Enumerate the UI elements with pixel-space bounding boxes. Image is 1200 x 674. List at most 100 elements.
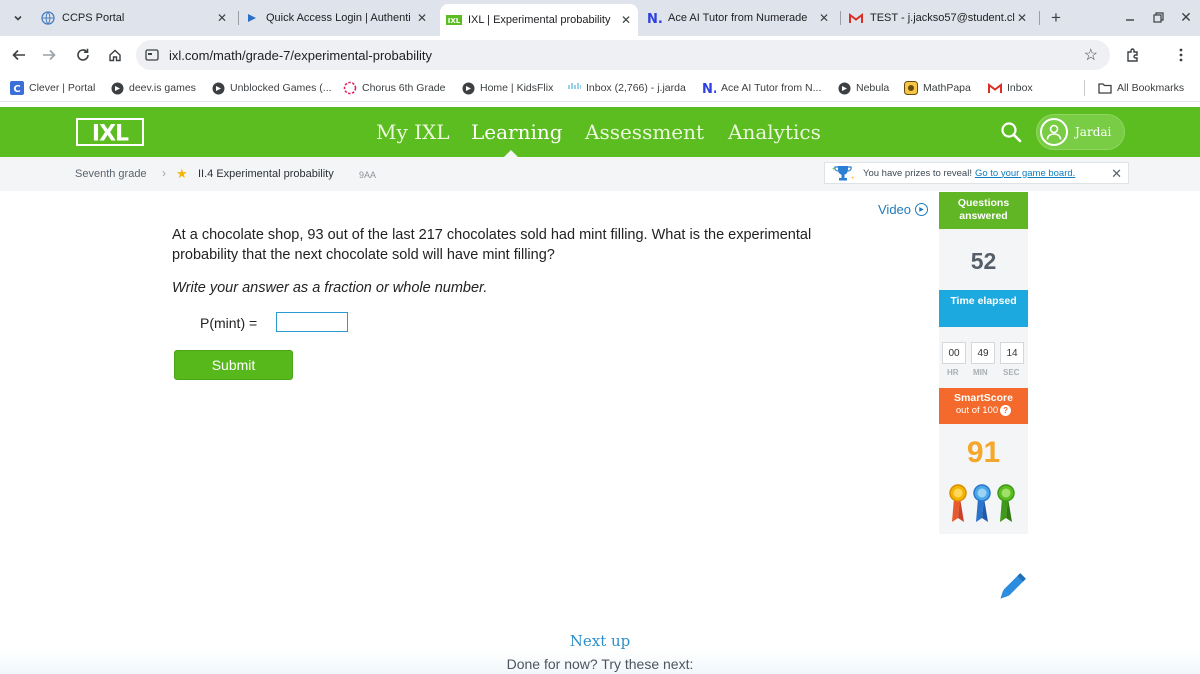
gmail-icon: [988, 81, 1002, 95]
close-window-icon[interactable]: ✕: [1174, 6, 1198, 28]
bookmark-nebula[interactable]: Nebula: [837, 80, 889, 96]
browser-menu-icon[interactable]: [1170, 44, 1192, 66]
pencil-icon[interactable]: [993, 570, 1029, 606]
bookmark-label: deev.is games: [129, 82, 196, 94]
time-elapsed-label: Time elapsed: [939, 290, 1028, 327]
bookmark-label: MathPapa: [923, 82, 971, 94]
minimize-window-icon[interactable]: [1118, 6, 1142, 28]
breadcrumb-skill: II.4 Experimental probability: [198, 168, 334, 180]
bookmark-cisco-inbox[interactable]: Inbox (2,766) - j.jarda: [567, 80, 686, 96]
new-tab-plus-icon[interactable]: +: [1046, 8, 1066, 28]
bookmark-numerade[interactable]: N. Ace AI Tutor from N...: [702, 80, 821, 96]
smartscore-header: SmartScore out of 100?: [939, 388, 1028, 424]
star-icon: ★: [176, 166, 188, 181]
answer-input[interactable]: [276, 312, 348, 332]
bookmark-unblocked-games[interactable]: Unblocked Games (...: [211, 80, 332, 96]
help-icon[interactable]: ?: [1000, 404, 1012, 416]
svg-text:+: +: [851, 176, 855, 182]
chorus-icon: [343, 81, 357, 95]
tab-title: Quick Access Login | Authenti: [266, 12, 411, 24]
smartscore-sublabel: out of 100: [955, 404, 999, 416]
folder-icon: [1098, 81, 1112, 95]
nav-assessment[interactable]: Assessment: [585, 120, 704, 144]
bookmark-deev-is[interactable]: deev.is games: [110, 80, 196, 96]
questions-answered-count: 52: [970, 248, 997, 274]
globe-icon: [110, 81, 124, 95]
bookmark-label: Home | KidsFlix: [480, 82, 554, 94]
reload-icon[interactable]: [72, 44, 94, 66]
trophy-icon: + +: [832, 166, 855, 182]
search-icon[interactable]: [1000, 121, 1022, 143]
close-tab-icon[interactable]: ✕: [414, 10, 430, 26]
bookmark-label: Chorus 6th Grade: [362, 82, 446, 94]
ixl-logo-text: IXL: [92, 122, 129, 147]
clever-icon: C: [10, 81, 24, 95]
ribbon-green-icon: [997, 484, 1015, 522]
submit-button[interactable]: Submit: [174, 350, 293, 380]
forward-arrow-icon[interactable]: [38, 44, 60, 66]
bookmark-gmail-inbox[interactable]: Inbox: [988, 80, 1033, 96]
browser-tab-gmail-test[interactable]: TEST - j.jackso57@student.cl ✕: [848, 6, 1034, 30]
done-for-now-text: Done for now? Try these next:: [506, 656, 694, 672]
address-bar[interactable]: ixl.com/math/grade-7/experimental-probab…: [136, 40, 1110, 70]
smartscore-label: SmartScore: [954, 392, 1013, 404]
bookmark-star-icon[interactable]: ☆: [1084, 45, 1098, 65]
chevron-right-icon: ›: [162, 166, 166, 180]
video-link[interactable]: Video ▶: [878, 202, 929, 217]
tab-separator: [840, 11, 841, 25]
tab-separator: [238, 11, 239, 25]
close-prize-icon[interactable]: ✕: [1111, 166, 1122, 182]
bookmark-mathpapa[interactable]: MathPapa: [904, 80, 971, 96]
bookmarks-separator: [1084, 80, 1085, 96]
numerade-favicon-icon: N.: [646, 10, 662, 26]
avatar-icon: [1040, 118, 1068, 146]
breadcrumb: Seventh grade › ★ II.4 Experimental prob…: [0, 157, 1200, 191]
tab-title: IXL | Experimental probability: [468, 14, 611, 26]
site-info-icon[interactable]: [144, 47, 160, 63]
bookmark-clever[interactable]: C Clever | Portal: [10, 80, 95, 96]
home-icon[interactable]: [104, 44, 126, 66]
close-tab-icon[interactable]: ✕: [214, 10, 230, 26]
all-bookmarks[interactable]: All Bookmarks: [1098, 80, 1184, 96]
user-name: Jardai: [1075, 125, 1112, 139]
url-text: ixl.com/math/grade-7/experimental-probab…: [169, 48, 433, 63]
close-tab-icon[interactable]: ✕: [618, 12, 634, 28]
restore-window-icon[interactable]: [1146, 6, 1170, 28]
back-arrow-icon[interactable]: [8, 44, 30, 66]
extensions-puzzle-icon[interactable]: [1122, 44, 1144, 66]
browser-tab-quick-access[interactable]: Quick Access Login | Authenti ✕: [244, 6, 434, 30]
nav-learning[interactable]: Learning: [471, 120, 563, 144]
quick-access-favicon-icon: [244, 10, 260, 26]
browser-tab-ixl[interactable]: IXL IXL | Experimental probability ✕: [440, 4, 638, 36]
close-tab-icon[interactable]: ✕: [1014, 10, 1030, 26]
gmail-favicon-icon: [848, 10, 864, 26]
bookmark-kidsflix[interactable]: Home | KidsFlix: [461, 80, 553, 96]
timer-min-label: MIN: [973, 368, 988, 377]
award-ribbons-icon: [949, 484, 1015, 522]
bookmark-chorus[interactable]: Chorus 6th Grade: [343, 80, 445, 96]
globe-icon: [461, 81, 475, 95]
game-board-link[interactable]: Go to your game board.: [975, 168, 1075, 179]
user-menu-button[interactable]: Jardai: [1036, 114, 1125, 150]
answer-instruction: Write your answer as a fraction or whole…: [172, 280, 488, 296]
close-tab-icon[interactable]: ✕: [816, 10, 832, 26]
skill-code: 9AA: [359, 170, 377, 180]
ixl-logo[interactable]: IXL: [76, 118, 144, 146]
ribbon-blue-icon: [973, 484, 991, 522]
svg-text:C: C: [13, 84, 20, 95]
ixl-favicon-icon: IXL: [446, 12, 462, 28]
browser-tab-strip: CCPS Portal ✕ Quick Access Login | Authe…: [0, 0, 1200, 36]
timer-minutes: 49: [971, 342, 995, 364]
browser-tab-numerade[interactable]: N. Ace AI Tutor from Numerade ✕: [646, 6, 836, 30]
svg-text:+: +: [832, 167, 836, 173]
nav-my-ixl[interactable]: My IXL: [376, 120, 450, 144]
ixl-header: IXL My IXL Learning Assessment Analytics…: [0, 107, 1200, 157]
browser-tab-ccps[interactable]: CCPS Portal ✕: [40, 6, 234, 30]
browser-toolbar: ixl.com/math/grade-7/experimental-probab…: [0, 36, 1200, 74]
tab-search-dropdown-icon[interactable]: [6, 7, 30, 29]
answer-label: P(mint) =: [200, 315, 258, 331]
breadcrumb-grade[interactable]: Seventh grade: [75, 168, 147, 180]
nav-analytics[interactable]: Analytics: [728, 120, 821, 144]
video-label: Video: [878, 202, 912, 217]
smartscore-value: 91: [966, 436, 1001, 469]
